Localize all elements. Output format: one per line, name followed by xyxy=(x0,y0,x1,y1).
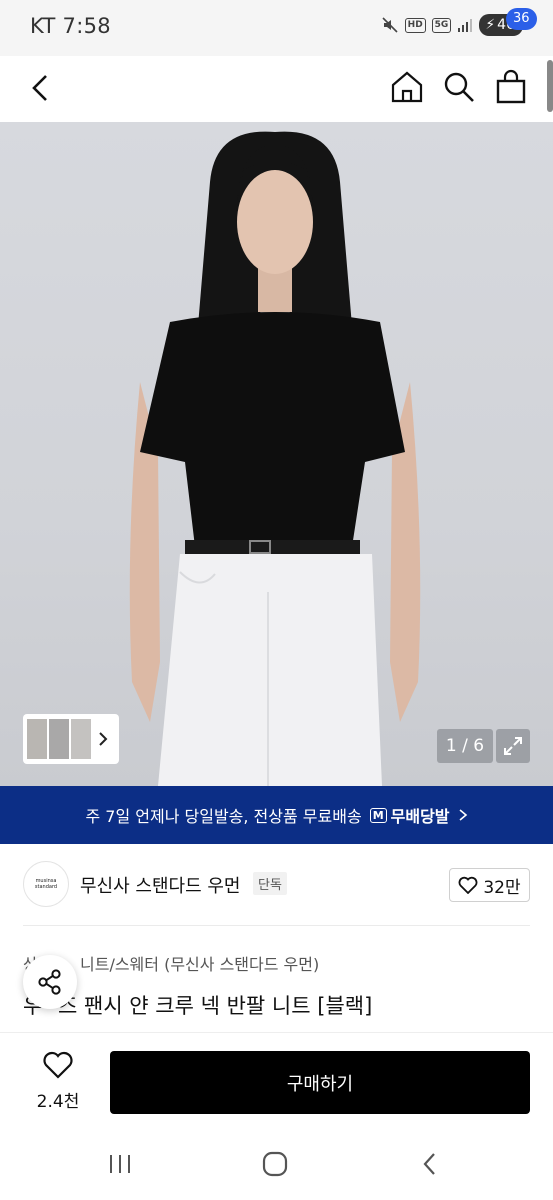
cart-button[interactable] xyxy=(492,68,530,106)
share-button[interactable] xyxy=(23,955,77,1009)
m-logo-icon: M xyxy=(369,807,387,823)
scrollbar xyxy=(547,60,553,112)
product-image[interactable] xyxy=(0,122,553,786)
product-title: 즈 팬시 얀 크루 넥 반팔 니트 [블랙] xyxy=(58,994,373,1018)
thumbnail[interactable] xyxy=(27,719,47,759)
chevron-right-icon xyxy=(99,732,108,746)
system-nav-bar xyxy=(0,1127,553,1200)
status-icons: HD 5G ⚡ 46 xyxy=(381,14,523,36)
recent-apps-icon xyxy=(110,1155,130,1173)
free-shipping-logo-text: 무배당발 xyxy=(390,807,450,826)
network-icon: 5G xyxy=(431,17,452,33)
home-system-button[interactable] xyxy=(257,1149,293,1179)
divider xyxy=(23,925,530,926)
banner-text: 주 7일 언제나 당일발송, 전상품 무료배송 xyxy=(85,807,362,826)
expand-image-button[interactable] xyxy=(496,729,530,763)
search-button[interactable] xyxy=(440,68,478,106)
search-icon xyxy=(444,72,474,102)
wishlist-count: 2.4천 xyxy=(36,1092,80,1112)
mute-icon xyxy=(381,14,399,36)
heart-icon xyxy=(458,876,478,894)
chevron-right-icon xyxy=(459,809,467,821)
thumbnail-strip[interactable] xyxy=(23,714,119,764)
image-counter: 1 / 6 xyxy=(437,729,493,763)
expand-icon xyxy=(504,737,522,755)
brand-like-button[interactable]: 32만 xyxy=(449,868,530,902)
wishlist-button[interactable]: 2.4천 xyxy=(30,1051,86,1112)
shipping-banner[interactable]: 주 7일 언제나 당일발송, 전상품 무료배송 M 무배당발 xyxy=(0,786,553,844)
status-time: KT 7:58 xyxy=(30,14,111,38)
buy-button[interactable]: 구매하기 xyxy=(110,1051,530,1114)
model-illustration xyxy=(129,131,421,786)
back-system-button[interactable] xyxy=(412,1149,448,1179)
recent-apps-button[interactable] xyxy=(102,1149,138,1179)
share-icon xyxy=(38,969,61,995)
charging-icon: ⚡ xyxy=(485,17,496,33)
cart-count-badge: 36 xyxy=(506,8,537,30)
brand-like-count: 32만 xyxy=(483,877,521,898)
thumbnail[interactable] xyxy=(49,719,69,759)
brand-row[interactable]: musinsa standard 무신사 스탠다드 우먼 단독 32만 xyxy=(0,855,553,917)
thumbnail[interactable] xyxy=(71,719,91,759)
home-circle-icon xyxy=(262,1151,288,1177)
home-icon xyxy=(391,71,423,103)
heart-icon xyxy=(43,1051,73,1079)
shopping-bag-icon xyxy=(496,69,526,104)
back-button[interactable] xyxy=(22,68,62,108)
home-button[interactable] xyxy=(388,68,426,106)
bottom-action-bar: 2.4천 구매하기 xyxy=(0,1032,553,1127)
status-bar: KT 7:58 HD 5G ⚡ 46 xyxy=(0,0,553,56)
brand-logo[interactable]: musinsa standard xyxy=(23,861,69,907)
chevron-left-icon xyxy=(423,1153,435,1175)
product-category[interactable]: 니트/스웨터 (무신사 스탠다드 우먼) xyxy=(80,951,319,975)
free-shipping-logo: M 무배당발 xyxy=(369,803,450,827)
signal-icon xyxy=(457,14,473,36)
hd-icon: HD xyxy=(404,17,426,33)
chevron-left-icon xyxy=(32,75,47,101)
exclusive-badge: 단독 xyxy=(253,872,287,895)
top-nav xyxy=(0,56,553,122)
brand-name[interactable]: 무신사 스탠다드 우먼 xyxy=(80,872,240,898)
